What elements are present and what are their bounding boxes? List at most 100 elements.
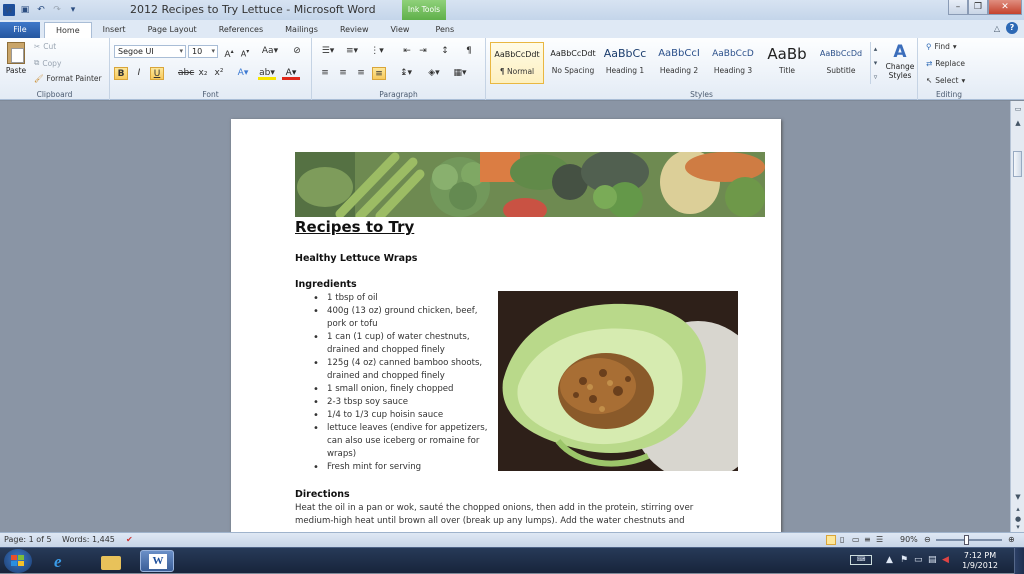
style-heading-3[interactable]: AaBbCcD Heading 3 bbox=[706, 42, 760, 84]
internet-explorer-taskbar-icon[interactable]: e bbox=[46, 550, 80, 572]
scroll-up-icon[interactable]: ▲ bbox=[1013, 119, 1023, 129]
zoom-slider[interactable] bbox=[936, 539, 1002, 541]
show-desktop-button[interactable] bbox=[1014, 548, 1024, 574]
draft-view-icon[interactable]: ☰ bbox=[876, 535, 883, 544]
copy-button[interactable]: ⧉ Copy bbox=[34, 58, 61, 68]
word-count[interactable]: Words: 1,445 bbox=[62, 535, 115, 544]
font-family-select[interactable]: Segoe UI bbox=[114, 45, 186, 58]
undo-icon[interactable]: ↶ bbox=[35, 4, 47, 16]
sort-icon[interactable]: ↕ bbox=[438, 45, 452, 58]
taskbar-clock[interactable]: 7:12 PM 1/9/2012 bbox=[962, 551, 998, 571]
minimize-button[interactable]: – bbox=[948, 0, 968, 15]
customize-qat-icon[interactable]: ▾ bbox=[67, 4, 79, 16]
underline-button[interactable]: U bbox=[150, 67, 164, 80]
zoom-level[interactable]: 90% bbox=[900, 535, 918, 544]
zoom-out-icon[interactable]: ⊖ bbox=[924, 535, 931, 544]
zoom-slider-thumb[interactable] bbox=[964, 535, 969, 545]
lettuce-wrap-photo[interactable] bbox=[498, 291, 738, 471]
document-page[interactable]: Recipes to Try Healthy Lettuce Wraps Ing… bbox=[231, 119, 781, 532]
action-center-flag-icon[interactable]: ⚑ bbox=[900, 555, 908, 565]
ruler-toggle-icon[interactable]: ▭ bbox=[1013, 105, 1023, 115]
align-right-icon[interactable]: ≡ bbox=[354, 67, 368, 80]
full-screen-reading-icon[interactable]: ▯ bbox=[840, 535, 844, 544]
cut-button[interactable]: ✂ Cut bbox=[34, 42, 56, 51]
find-button[interactable]: ⚲ Find ▾ bbox=[926, 42, 957, 51]
word-taskbar-icon[interactable]: W bbox=[140, 550, 174, 572]
font-color-button[interactable]: A▾ bbox=[282, 67, 300, 80]
help-icon[interactable]: ? bbox=[1006, 22, 1018, 34]
format-painter-button[interactable]: 🖌 Format Painter bbox=[34, 74, 102, 83]
show-paragraph-marks-icon[interactable]: ¶ bbox=[462, 45, 476, 58]
keyboard-icon[interactable]: ⌨ bbox=[850, 555, 872, 565]
page-count[interactable]: Page: 1 of 5 bbox=[4, 535, 52, 544]
subscript-button[interactable]: x₂ bbox=[196, 67, 210, 80]
paste-button[interactable]: Paste bbox=[4, 42, 28, 75]
change-case-button[interactable]: Aa▾ bbox=[260, 45, 280, 58]
numbering-icon[interactable]: ≡▾ bbox=[342, 45, 362, 58]
outline-view-icon[interactable]: ≡ bbox=[864, 535, 871, 544]
redo-icon[interactable]: ↷ bbox=[51, 4, 63, 16]
print-layout-view-icon[interactable] bbox=[826, 535, 836, 545]
style-heading-2[interactable]: AaBbCcI Heading 2 bbox=[652, 42, 706, 84]
bullets-icon[interactable]: ☰▾ bbox=[318, 45, 338, 58]
network-icon[interactable]: ▤ bbox=[928, 555, 937, 565]
start-button[interactable] bbox=[4, 549, 32, 573]
show-hidden-icons-icon[interactable]: ▲ bbox=[886, 555, 893, 565]
previous-page-icon[interactable]: ▴ bbox=[1013, 505, 1023, 515]
display-icon[interactable]: ▭ bbox=[914, 555, 923, 565]
multilevel-list-icon[interactable]: ⋮▾ bbox=[366, 45, 388, 58]
windows-taskbar: e W ⌨ ▲ ⚑ ▭ ▤ ◀ 7:12 PM 1/9/2012 bbox=[0, 547, 1024, 574]
superscript-button[interactable]: x² bbox=[212, 67, 226, 80]
tab-file[interactable]: File bbox=[0, 22, 40, 38]
tab-home[interactable]: Home bbox=[44, 22, 92, 38]
brush-icon: 🖌 bbox=[34, 74, 44, 83]
increase-indent-icon[interactable]: ⇥ bbox=[416, 45, 430, 58]
restore-button[interactable]: ❐ bbox=[968, 0, 988, 15]
shading-icon[interactable]: ◈▾ bbox=[424, 67, 444, 80]
scroll-thumb[interactable] bbox=[1013, 151, 1022, 177]
italic-button[interactable]: I bbox=[132, 67, 146, 80]
clear-formatting-icon[interactable]: ⊘ bbox=[290, 45, 304, 58]
scroll-down-icon[interactable]: ▼ bbox=[1013, 493, 1023, 503]
align-center-icon[interactable]: ≡ bbox=[336, 67, 350, 80]
shrink-font-button[interactable]: A▾ bbox=[238, 45, 252, 59]
strikethrough-button[interactable]: abc bbox=[178, 67, 194, 80]
font-size-select[interactable]: 10 bbox=[188, 45, 218, 58]
replace-button[interactable]: ⇄ Replace bbox=[926, 59, 965, 68]
select-button[interactable]: ↖ Select ▾ bbox=[926, 76, 965, 85]
tab-pens[interactable]: Pens bbox=[424, 22, 465, 38]
tab-references[interactable]: References bbox=[208, 22, 274, 38]
tab-review[interactable]: Review bbox=[329, 22, 380, 38]
style-subtitle[interactable]: AaBbCcDd Subtitle bbox=[814, 42, 868, 84]
style-title[interactable]: AaBb Title bbox=[760, 42, 814, 84]
tab-page-layout[interactable]: Page Layout bbox=[137, 22, 208, 38]
word-app-icon[interactable]: W bbox=[3, 4, 15, 16]
font-group: Segoe UI 10 A▴ A▾ Aa▾ ⊘ B I U abc x₂ x² … bbox=[110, 38, 312, 100]
volume-icon[interactable]: ◀ bbox=[942, 555, 949, 565]
save-icon[interactable]: ▣ bbox=[19, 4, 31, 16]
text-effects-button[interactable]: A▾ bbox=[236, 67, 250, 80]
decrease-indent-icon[interactable]: ⇤ bbox=[400, 45, 414, 58]
bold-button[interactable]: B bbox=[114, 67, 128, 80]
minimize-ribbon-icon[interactable]: △ bbox=[994, 24, 1000, 33]
style-normal[interactable]: AaBbCcDdt ¶ Normal bbox=[490, 42, 544, 84]
style-no-spacing[interactable]: AaBbCcDdt No Spacing bbox=[546, 42, 600, 84]
zoom-in-icon[interactable]: ⊕ bbox=[1008, 535, 1015, 544]
tab-insert[interactable]: Insert bbox=[92, 22, 137, 38]
tab-view[interactable]: View bbox=[379, 22, 420, 38]
borders-icon[interactable]: ▦▾ bbox=[450, 67, 470, 80]
style-heading-1[interactable]: AaBbCc Heading 1 bbox=[598, 42, 652, 84]
line-spacing-icon[interactable]: ↨▾ bbox=[396, 67, 416, 80]
tab-mailings[interactable]: Mailings bbox=[274, 22, 329, 38]
justify-icon[interactable]: ≡ bbox=[372, 67, 386, 80]
close-button[interactable]: ✕ bbox=[988, 0, 1022, 15]
grow-font-button[interactable]: A▴ bbox=[222, 45, 236, 60]
styles-gallery-scroll[interactable]: ▴ ▾ ▿ bbox=[870, 42, 880, 84]
highlight-color-button[interactable]: ab▾ bbox=[258, 67, 276, 80]
web-layout-icon[interactable]: ▭ bbox=[852, 535, 860, 544]
change-styles-button[interactable]: A Change Styles bbox=[882, 42, 918, 80]
vertical-scrollbar[interactable]: ▭ ▲ ▼ ▴ ● ▾ bbox=[1010, 101, 1024, 532]
align-left-icon[interactable]: ≡ bbox=[318, 67, 332, 80]
file-explorer-taskbar-icon[interactable] bbox=[94, 550, 128, 572]
proofing-icon[interactable]: ✔ bbox=[126, 535, 133, 544]
